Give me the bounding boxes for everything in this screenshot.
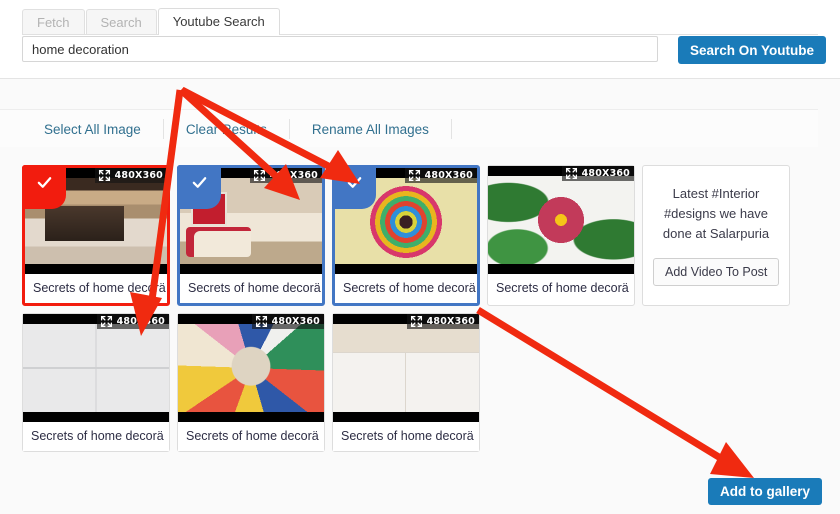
expand-icon[interactable] (98, 169, 111, 182)
result-title: Secrets of home decorä (335, 274, 477, 303)
dimension-badge: 480X360 (249, 168, 322, 183)
expand-icon[interactable] (565, 167, 578, 180)
dimension-badge: 480X360 (561, 166, 634, 181)
expand-icon[interactable] (408, 169, 421, 182)
thumbnail-image (488, 176, 634, 264)
selection-checkbox[interactable] (177, 165, 221, 209)
check-icon (347, 177, 361, 188)
dimension-badge: 480X360 (96, 314, 169, 329)
dimension-label: 480X360 (114, 170, 163, 181)
tab-search[interactable]: Search (85, 9, 157, 35)
result-title: Secrets of home decorä (25, 274, 167, 303)
search-on-youtube-button[interactable]: Search On Youtube (678, 36, 827, 64)
dimension-label: 480X360 (271, 316, 320, 327)
expand-icon[interactable] (410, 315, 423, 328)
result-title: Secrets of home decorä (23, 422, 169, 451)
expand-icon[interactable] (100, 315, 113, 328)
dimension-label: 480X360 (424, 170, 473, 181)
add-to-gallery-button[interactable]: Add to gallery (707, 478, 822, 505)
result-card[interactable]: 480X360 Secrets of home decorä (177, 165, 325, 306)
toolbar-divider (450, 119, 452, 139)
selection-checkbox[interactable] (22, 165, 66, 209)
tab-fetch[interactable]: Fetch (22, 9, 85, 35)
video-post-card[interactable]: Latest #Interior #designs we have done a… (642, 165, 790, 306)
add-video-to-post-button[interactable]: Add Video To Post (653, 258, 780, 286)
top-panel: Fetch Search Youtube Search Search On Yo… (0, 0, 840, 79)
result-card[interactable]: 480X360 Secrets of home decorä (332, 165, 480, 306)
select-all-image-link[interactable]: Select All Image (22, 122, 163, 137)
clear-results-link[interactable]: Clear Results (164, 122, 289, 137)
video-post-text: Latest #Interior #designs we have done a… (662, 186, 770, 241)
gallery-toolbar: Select All Image Clear Results Rename Al… (0, 109, 818, 149)
dimension-label: 480X360 (581, 168, 630, 179)
result-card[interactable]: 480X360 Secrets of home decorä (177, 313, 325, 452)
thumbnail-image (333, 324, 479, 412)
result-thumbnail[interactable]: 480X360 (23, 314, 169, 422)
thumbnail-image (23, 324, 169, 412)
dimension-label: 480X360 (116, 316, 165, 327)
dimension-label: 480X360 (269, 170, 318, 181)
check-icon (37, 177, 51, 188)
result-card[interactable]: 480X360 Secrets of home decorä (487, 165, 635, 306)
dimension-badge: 480X360 (406, 314, 479, 329)
expand-icon[interactable] (255, 315, 268, 328)
result-card[interactable]: 480X360 Secrets of home decorä (22, 313, 170, 452)
footer-bar: Add to gallery (0, 467, 840, 514)
dimension-badge: 480X360 (404, 168, 477, 183)
result-thumbnail[interactable]: 480X360 (333, 314, 479, 422)
search-row: Search On Youtube (22, 36, 827, 64)
tab-strip: Fetch Search Youtube Search (22, 8, 281, 35)
search-input[interactable] (22, 36, 658, 62)
dimension-badge: 480X360 (94, 168, 167, 183)
tab-youtube-search[interactable]: Youtube Search (157, 8, 280, 35)
result-card[interactable]: 480X360 Secrets of home decorä (22, 165, 170, 306)
results-gallery[interactable]: 480X360 Secrets of home decorä 480X360 S… (0, 147, 818, 467)
thumbnail-image (178, 324, 324, 412)
result-thumbnail[interactable]: 480X360 (178, 314, 324, 422)
result-title: Secrets of home decorä (488, 274, 634, 303)
selection-checkbox[interactable] (332, 165, 376, 209)
result-title: Secrets of home decorä (180, 274, 322, 303)
result-thumbnail[interactable]: 480X360 (488, 166, 634, 274)
result-title: Secrets of home decorä (178, 422, 324, 451)
result-title: Secrets of home decorä (333, 422, 479, 451)
dimension-label: 480X360 (426, 316, 475, 327)
dimension-badge: 480X360 (251, 314, 324, 329)
result-card[interactable]: 480X360 Secrets of home decorä (332, 313, 480, 452)
results-grid: 480X360 Secrets of home decorä 480X360 S… (22, 165, 812, 459)
tab-strip-divider (22, 34, 818, 35)
rename-all-images-link[interactable]: Rename All Images (290, 122, 451, 137)
check-icon (192, 177, 206, 188)
expand-icon[interactable] (253, 169, 266, 182)
